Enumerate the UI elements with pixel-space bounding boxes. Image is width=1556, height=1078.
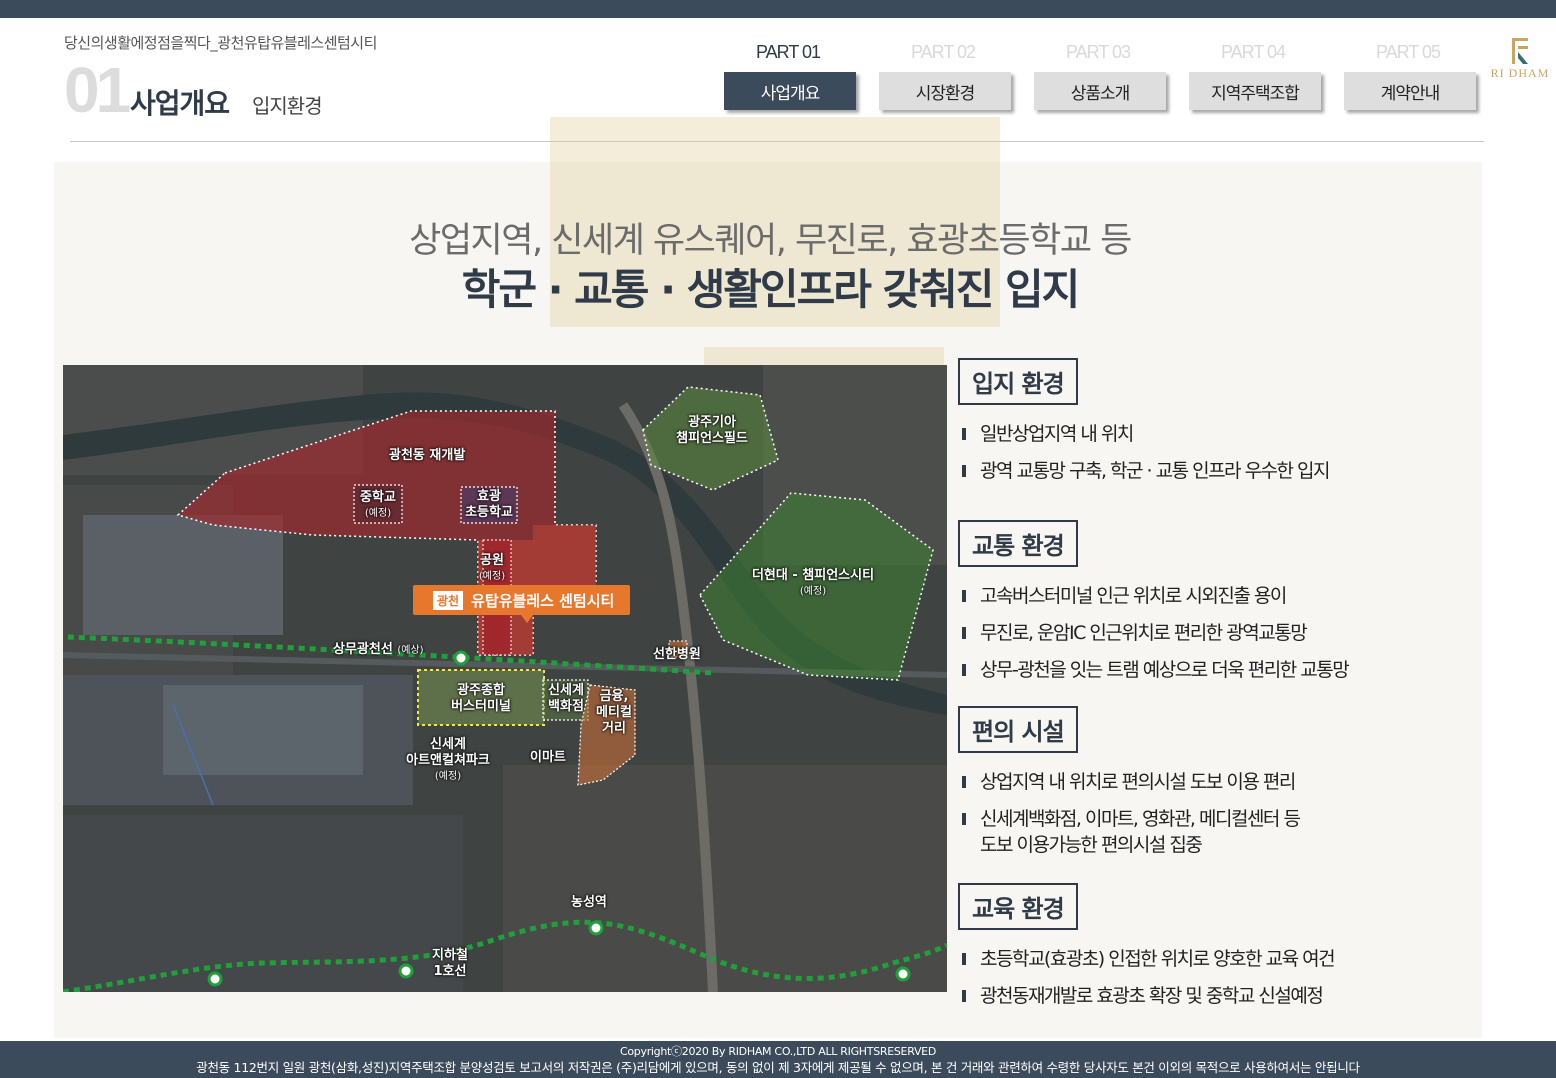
- list-item: 광역 교통망 구축, 학군 · 교통 인프라 우수한 입지: [958, 458, 1331, 484]
- footer-copyright: Copyrightⓒ2020 By RIDHAM CO.,LTD ALL RIG…: [620, 1045, 936, 1058]
- label-kia-field: 광주기아 챔피언스필드: [676, 415, 748, 446]
- label-shinsegae-dept: 신세계 백화점: [548, 683, 584, 714]
- label-middle-school-name: 중학교: [360, 490, 396, 505]
- part-tab-04[interactable]: PART 04 지역주택조합: [1187, 40, 1325, 116]
- part-tab-03[interactable]: PART 03 상품소개: [1032, 40, 1170, 116]
- top-bar: [0, 0, 1556, 18]
- part-tab-01[interactable]: PART 01 사업개요: [722, 40, 860, 116]
- label-park: 공원 (예정): [473, 553, 511, 585]
- list-item: 무진로, 운암IC 인근위치로 편리한 광역교통망: [958, 620, 1348, 646]
- list-item: 신세계백화점, 이마트, 영화관, 메디컬센터 등 도보 이용가능한 편의시설 …: [958, 806, 1301, 858]
- part-button-market[interactable]: 시장환경: [879, 72, 1011, 110]
- logo-text: RI DHAM: [1490, 66, 1550, 80]
- list-item: 상무-광천을 잇는 트램 예상으로 더욱 편리한 교통망: [958, 657, 1350, 683]
- section-education: 교육 환경 초등학교(효광초) 인접한 위치로 양호한 교육 여건 광천동재개발…: [958, 883, 1336, 1020]
- section-subtitle: 입지환경: [252, 94, 323, 118]
- location-map: 광천동 재개발 중학교 (예정) 효광 초등학교 공원 (예정) 광천 유탑유블…: [63, 365, 947, 992]
- label-hyundai-city: 더현대 - 챔피언스시티 (예정): [743, 568, 883, 600]
- part-label: PART 05: [1375, 42, 1441, 62]
- part-label: PART 01: [755, 42, 821, 62]
- part-navigation: PART 01 사업개요 PART 02 시장환경 PART 03 상품소개 P…: [722, 40, 1482, 116]
- slogan: 당신의생활에정점을찍다_광천유탑유블레스센텀시티: [64, 34, 377, 52]
- project-location-badge[interactable]: 광천 유탑유블레스 센텀시티: [413, 585, 631, 615]
- label-finance-street: 금융, 메티컬 거리: [596, 689, 632, 736]
- list-item: 상업지역 내 위치로 편의시설 도보 이용 편리: [958, 769, 1299, 795]
- label-art-park-name: 신세계 아트앤컬쳐파크: [406, 737, 490, 768]
- headline-line-2: 학군 · 교통 · 생활인프라 갖춰진 입지: [461, 265, 1081, 314]
- label-park-note: (예정): [478, 571, 506, 582]
- label-middle-school: 중학교 (예정): [355, 490, 401, 522]
- label-elementary-school: 효광 초등학교: [465, 489, 513, 520]
- label-nongseong-station: 농성역: [571, 895, 607, 910]
- footer: Copyrightⓒ2020 By RIDHAM CO.,LTD ALL RIG…: [0, 1041, 1556, 1078]
- section-heading: 교통 환경: [958, 520, 1078, 567]
- label-art-park-note: (예정): [434, 771, 462, 782]
- part-label: PART 02: [910, 42, 976, 62]
- footer-notice: 광천동 112번지 일원 광천(삼화,성진)지역주택조합 분양성검토 보고서의 …: [196, 1060, 1360, 1075]
- section-convenience: 편의 시설 상업지역 내 위치로 편의시설 도보 이용 편리 신세계백화점, 이…: [958, 706, 1301, 869]
- section-location: 입지 환경 일반상업지역 내 위치 광역 교통망 구축, 학군 · 교통 인프라…: [958, 358, 1331, 495]
- section-number: 01: [64, 54, 131, 126]
- satellite-map-graphic: [63, 365, 947, 992]
- part-button-overview[interactable]: 사업개요: [724, 72, 856, 110]
- part-tab-02[interactable]: PART 02 시장환경: [877, 40, 1015, 116]
- label-tram-line: 상무광천선 (예상): [333, 642, 424, 659]
- project-pin-icon: [521, 615, 533, 623]
- label-tram-line-note: (예상): [397, 645, 424, 656]
- label-bus-terminal: 광주종합 버스터미널: [451, 683, 511, 714]
- section-transport: 교통 환경 고속버스터미널 인근 위치로 시외진출 용이 무진로, 운암IC 인…: [958, 520, 1350, 694]
- list-item: 고속버스터미널 인근 위치로 시외진출 용이: [958, 583, 1348, 609]
- section-list: 고속버스터미널 인근 위치로 시외진출 용이 무진로, 운암IC 인근위치로 편…: [958, 583, 1350, 683]
- part-label: PART 04: [1220, 42, 1286, 62]
- section-title: 사업개요: [130, 87, 230, 120]
- label-park-name: 공원: [480, 553, 504, 568]
- label-hyundai-city-note: (예정): [799, 586, 827, 597]
- label-tram-line-name: 상무광천선: [333, 642, 393, 657]
- list-item: 광천동재개발로 효광초 확장 및 중학교 신설예정: [958, 983, 1334, 1009]
- part-label: PART 03: [1065, 42, 1131, 62]
- label-hospital: 선한병원: [653, 647, 701, 662]
- project-tag: 광천: [433, 590, 464, 610]
- label-art-park: 신세계 아트앤컬쳐파크 (예정): [393, 737, 503, 785]
- part-button-product[interactable]: 상품소개: [1034, 72, 1166, 110]
- list-item: 일반상업지역 내 위치: [958, 421, 1329, 447]
- ridham-logo: RI DHAM: [1488, 36, 1552, 81]
- part-tab-05[interactable]: PART 05 계약안내: [1342, 40, 1480, 116]
- label-middle-school-note: (예정): [364, 508, 392, 519]
- section-heading: 입지 환경: [958, 358, 1078, 405]
- section-heading: 편의 시설: [958, 706, 1078, 753]
- section-list: 상업지역 내 위치로 편의시설 도보 이용 편리 신세계백화점, 이마트, 영화…: [958, 769, 1301, 858]
- label-emart: 이마트: [530, 750, 566, 765]
- label-hyundai-city-name: 더현대 - 챔피언스시티: [751, 568, 875, 583]
- part-button-contract[interactable]: 계약안내: [1344, 72, 1476, 110]
- section-list: 초등학교(효광초) 인접한 위치로 양호한 교육 여건 광천동재개발로 효광초 …: [958, 946, 1336, 1009]
- section-list: 일반상업지역 내 위치 광역 교통망 구축, 학군 · 교통 인프라 우수한 입…: [958, 421, 1331, 484]
- logo-mark-icon: [1512, 38, 1528, 64]
- label-redevelopment: 광천동 재개발: [389, 448, 466, 463]
- part-button-union[interactable]: 지역주택조합: [1189, 72, 1321, 110]
- section-heading: 교육 환경: [958, 883, 1078, 930]
- info-sidebar: 입지 환경 일반상업지역 내 위치 광역 교통망 구축, 학군 · 교통 인프라…: [958, 358, 1438, 1018]
- list-item: 초등학교(효광초) 인접한 위치로 양호한 교육 여건: [958, 946, 1336, 972]
- project-name: 유탑유블레스 센텀시티: [471, 591, 615, 610]
- label-subway-line: 지하철 1호선: [432, 948, 468, 979]
